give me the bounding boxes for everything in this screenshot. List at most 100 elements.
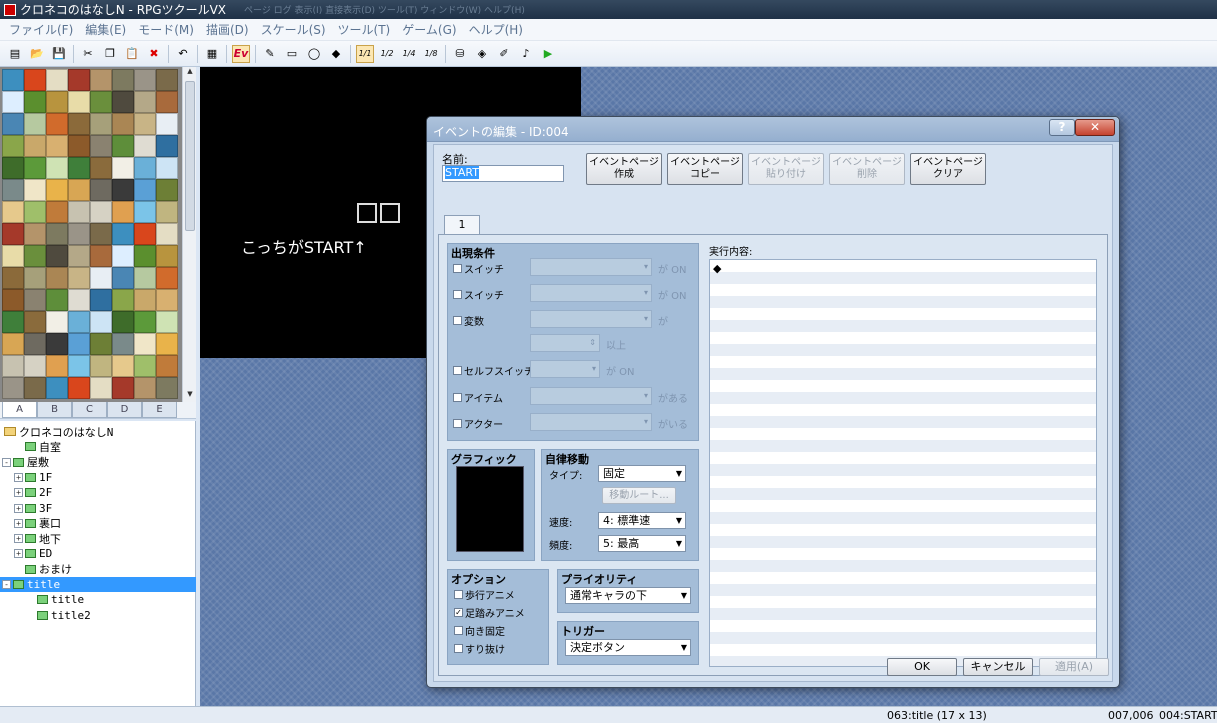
checkbox-box[interactable] xyxy=(453,316,462,325)
open-project-icon[interactable]: 📂 xyxy=(28,45,46,63)
tile[interactable] xyxy=(24,267,46,289)
tile[interactable] xyxy=(156,333,178,355)
condition-checkbox[interactable]: スイッチ xyxy=(453,261,504,276)
paste-icon[interactable]: 📋 xyxy=(123,45,141,63)
tile[interactable] xyxy=(24,179,46,201)
tile[interactable] xyxy=(90,311,112,333)
condition-input[interactable]: ▾ xyxy=(530,284,652,302)
tile[interactable] xyxy=(112,113,134,135)
tile[interactable] xyxy=(90,201,112,223)
ok-button[interactable]: OK xyxy=(887,658,957,676)
checkbox-box[interactable]: ✓ xyxy=(454,608,463,617)
tile[interactable] xyxy=(112,267,134,289)
condition-checkbox[interactable]: セルフスイッチ xyxy=(453,363,534,378)
cut-icon[interactable]: ✂ xyxy=(79,45,97,63)
scale-1-4-icon[interactable]: 1/4 xyxy=(400,45,418,63)
tile[interactable] xyxy=(112,179,134,201)
tile[interactable] xyxy=(90,113,112,135)
checkbox-box[interactable] xyxy=(454,644,463,653)
condition-input[interactable]: ▾ xyxy=(530,387,652,405)
tile[interactable] xyxy=(90,157,112,179)
tile[interactable] xyxy=(2,157,24,179)
tile[interactable] xyxy=(46,201,68,223)
tree-item[interactable]: 自室 xyxy=(0,439,196,454)
expand-icon[interactable]: + xyxy=(14,518,23,528)
undo-icon[interactable]: ↶ xyxy=(174,45,192,63)
tile[interactable] xyxy=(134,333,156,355)
tile[interactable] xyxy=(112,333,134,355)
tileset-tab-c[interactable]: C xyxy=(72,402,107,418)
tile[interactable] xyxy=(46,267,68,289)
graphic-preview[interactable] xyxy=(456,466,524,552)
tile[interactable] xyxy=(24,69,46,91)
tile[interactable] xyxy=(2,135,24,157)
tile[interactable] xyxy=(134,201,156,223)
tile[interactable] xyxy=(46,355,68,377)
tile[interactable] xyxy=(24,355,46,377)
tile[interactable] xyxy=(68,69,90,91)
tree-item[interactable]: - 屋敷 xyxy=(0,455,196,470)
priority-dropdown[interactable]: 通常キャラの下 ▼ xyxy=(565,587,691,604)
tile[interactable] xyxy=(24,223,46,245)
speed-dropdown[interactable]: 4: 標準速 ▼ xyxy=(598,512,686,529)
option-checkbox[interactable]: ✓ 足踏みアニメ xyxy=(454,605,525,620)
database-icon[interactable]: ⛁ xyxy=(451,45,469,63)
tile[interactable] xyxy=(46,113,68,135)
save-icon[interactable]: 💾 xyxy=(50,45,68,63)
event-marker[interactable] xyxy=(357,203,377,223)
tile[interactable] xyxy=(156,179,178,201)
tileset-tab-a[interactable]: A xyxy=(2,402,37,418)
scroll-down-icon[interactable]: ▼ xyxy=(183,390,196,402)
menu-item[interactable]: スケール(S) xyxy=(256,21,331,38)
tree-item[interactable]: クロネコのはなしN xyxy=(0,424,196,439)
tile[interactable] xyxy=(46,135,68,157)
option-checkbox[interactable]: 歩行アニメ xyxy=(454,587,515,602)
trigger-dropdown[interactable]: 決定ボタン ▼ xyxy=(565,639,691,656)
scale-1-8-icon[interactable]: 1/8 xyxy=(422,45,440,63)
tile[interactable] xyxy=(2,201,24,223)
sound-icon[interactable]: ♪ xyxy=(517,45,535,63)
tree-item[interactable]: +2F xyxy=(0,485,196,500)
tile[interactable] xyxy=(24,157,46,179)
pencil-icon[interactable]: ✎ xyxy=(261,45,279,63)
tile[interactable] xyxy=(24,377,46,399)
tile[interactable] xyxy=(156,201,178,223)
tile[interactable] xyxy=(68,201,90,223)
tile[interactable] xyxy=(46,289,68,311)
tile[interactable] xyxy=(156,245,178,267)
scroll-up-icon[interactable]: ▲ xyxy=(183,67,196,79)
collapse-icon[interactable]: - xyxy=(2,580,11,589)
close-button[interactable]: ✕ xyxy=(1075,119,1115,136)
tile[interactable] xyxy=(24,333,46,355)
expand-icon[interactable]: + xyxy=(14,549,23,559)
tile[interactable] xyxy=(134,311,156,333)
tile[interactable] xyxy=(68,135,90,157)
tile[interactable] xyxy=(2,69,24,91)
menu-item[interactable]: ヘルプ(H) xyxy=(464,21,528,38)
tile[interactable] xyxy=(156,289,178,311)
event-page-button[interactable]: イベントページ 削除 xyxy=(829,153,905,185)
tile[interactable] xyxy=(134,135,156,157)
tile[interactable] xyxy=(46,69,68,91)
tile[interactable] xyxy=(134,355,156,377)
tile[interactable] xyxy=(2,355,24,377)
event-marker[interactable] xyxy=(380,203,400,223)
tile[interactable] xyxy=(156,223,178,245)
tile[interactable] xyxy=(134,157,156,179)
move-route-button[interactable]: 移動ルート... xyxy=(602,487,676,504)
new-project-icon[interactable]: ▤ xyxy=(6,45,24,63)
tile[interactable] xyxy=(134,91,156,113)
map-layer-icon[interactable]: ▦ xyxy=(203,45,221,63)
tile[interactable] xyxy=(134,69,156,91)
tile[interactable] xyxy=(24,311,46,333)
tile[interactable] xyxy=(134,245,156,267)
tile[interactable] xyxy=(134,223,156,245)
tile[interactable] xyxy=(156,377,178,399)
tile[interactable] xyxy=(90,91,112,113)
tile[interactable] xyxy=(156,135,178,157)
condition-checkbox[interactable]: スイッチ xyxy=(453,287,504,302)
tile[interactable] xyxy=(134,113,156,135)
tile[interactable] xyxy=(90,267,112,289)
tileset-scrollbar[interactable]: ▲ ▼ xyxy=(182,67,196,402)
type-dropdown[interactable]: 固定 ▼ xyxy=(598,465,686,482)
